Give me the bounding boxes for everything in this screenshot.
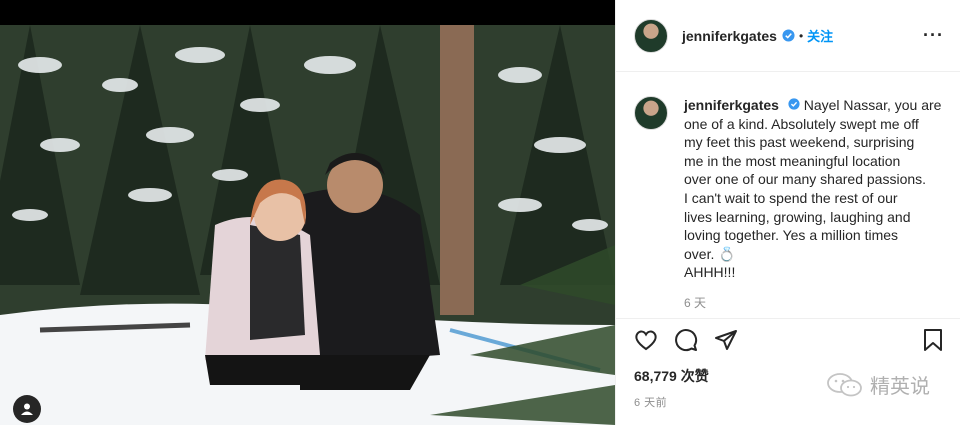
photo-illustration: [0, 25, 615, 425]
caption-username[interactable]: jenniferkgates: [684, 97, 779, 113]
post-photo-area: [0, 0, 615, 425]
more-options-icon[interactable]: ···: [923, 25, 944, 46]
share-send-icon[interactable]: [714, 328, 738, 357]
caption-line: AHHH!!!: [684, 264, 736, 281]
post-header: jenniferkgates • 关注 ···: [616, 0, 960, 72]
comment-bubble-icon[interactable]: [674, 328, 698, 357]
like-heart-icon[interactable]: [634, 329, 658, 356]
wechat-logo-icon: [827, 372, 862, 396]
verified-badge-icon: [788, 98, 800, 110]
post-photo[interactable]: [0, 25, 615, 425]
caption-avatar[interactable]: [634, 96, 668, 130]
caption-line: over one of our many shared passions.: [684, 171, 927, 188]
caption-age: 6 天: [684, 295, 707, 310]
caption-line: my feet this past weekend, surprising: [684, 134, 915, 151]
action-bar: [616, 318, 960, 366]
header-username[interactable]: jenniferkgates: [682, 28, 777, 44]
post-panel: jenniferkgates • 关注 ··· jenniferkgates N…: [615, 0, 960, 425]
caption-line: me in the most meaningful location: [684, 152, 901, 169]
caption-line: over. 💍: [684, 245, 736, 262]
caption-line: lives learning, growing, laughing and: [684, 208, 911, 225]
avatar[interactable]: [634, 18, 668, 53]
caption: jenniferkgates Nayel Nassar, you are one…: [684, 96, 944, 318]
caption-line: one of a kind. Absolutely swept me off: [684, 115, 919, 132]
watermark-text: 精英说: [870, 376, 930, 398]
caption-line: Nayel Nassar, you are: [803, 97, 942, 113]
caption-line: I can't wait to spend the rest of our: [684, 189, 898, 206]
separator-dot: •: [798, 28, 804, 43]
watermark: 精英说: [826, 370, 930, 399]
caption-block: jenniferkgates Nayel Nassar, you are one…: [616, 72, 960, 318]
save-bookmark-icon[interactable]: [922, 328, 944, 357]
verified-badge-icon: [782, 29, 795, 42]
follow-button[interactable]: 关注: [807, 26, 833, 45]
caption-line: loving together. Yes a million times: [684, 227, 899, 244]
user-tag-icon[interactable]: [13, 395, 41, 423]
